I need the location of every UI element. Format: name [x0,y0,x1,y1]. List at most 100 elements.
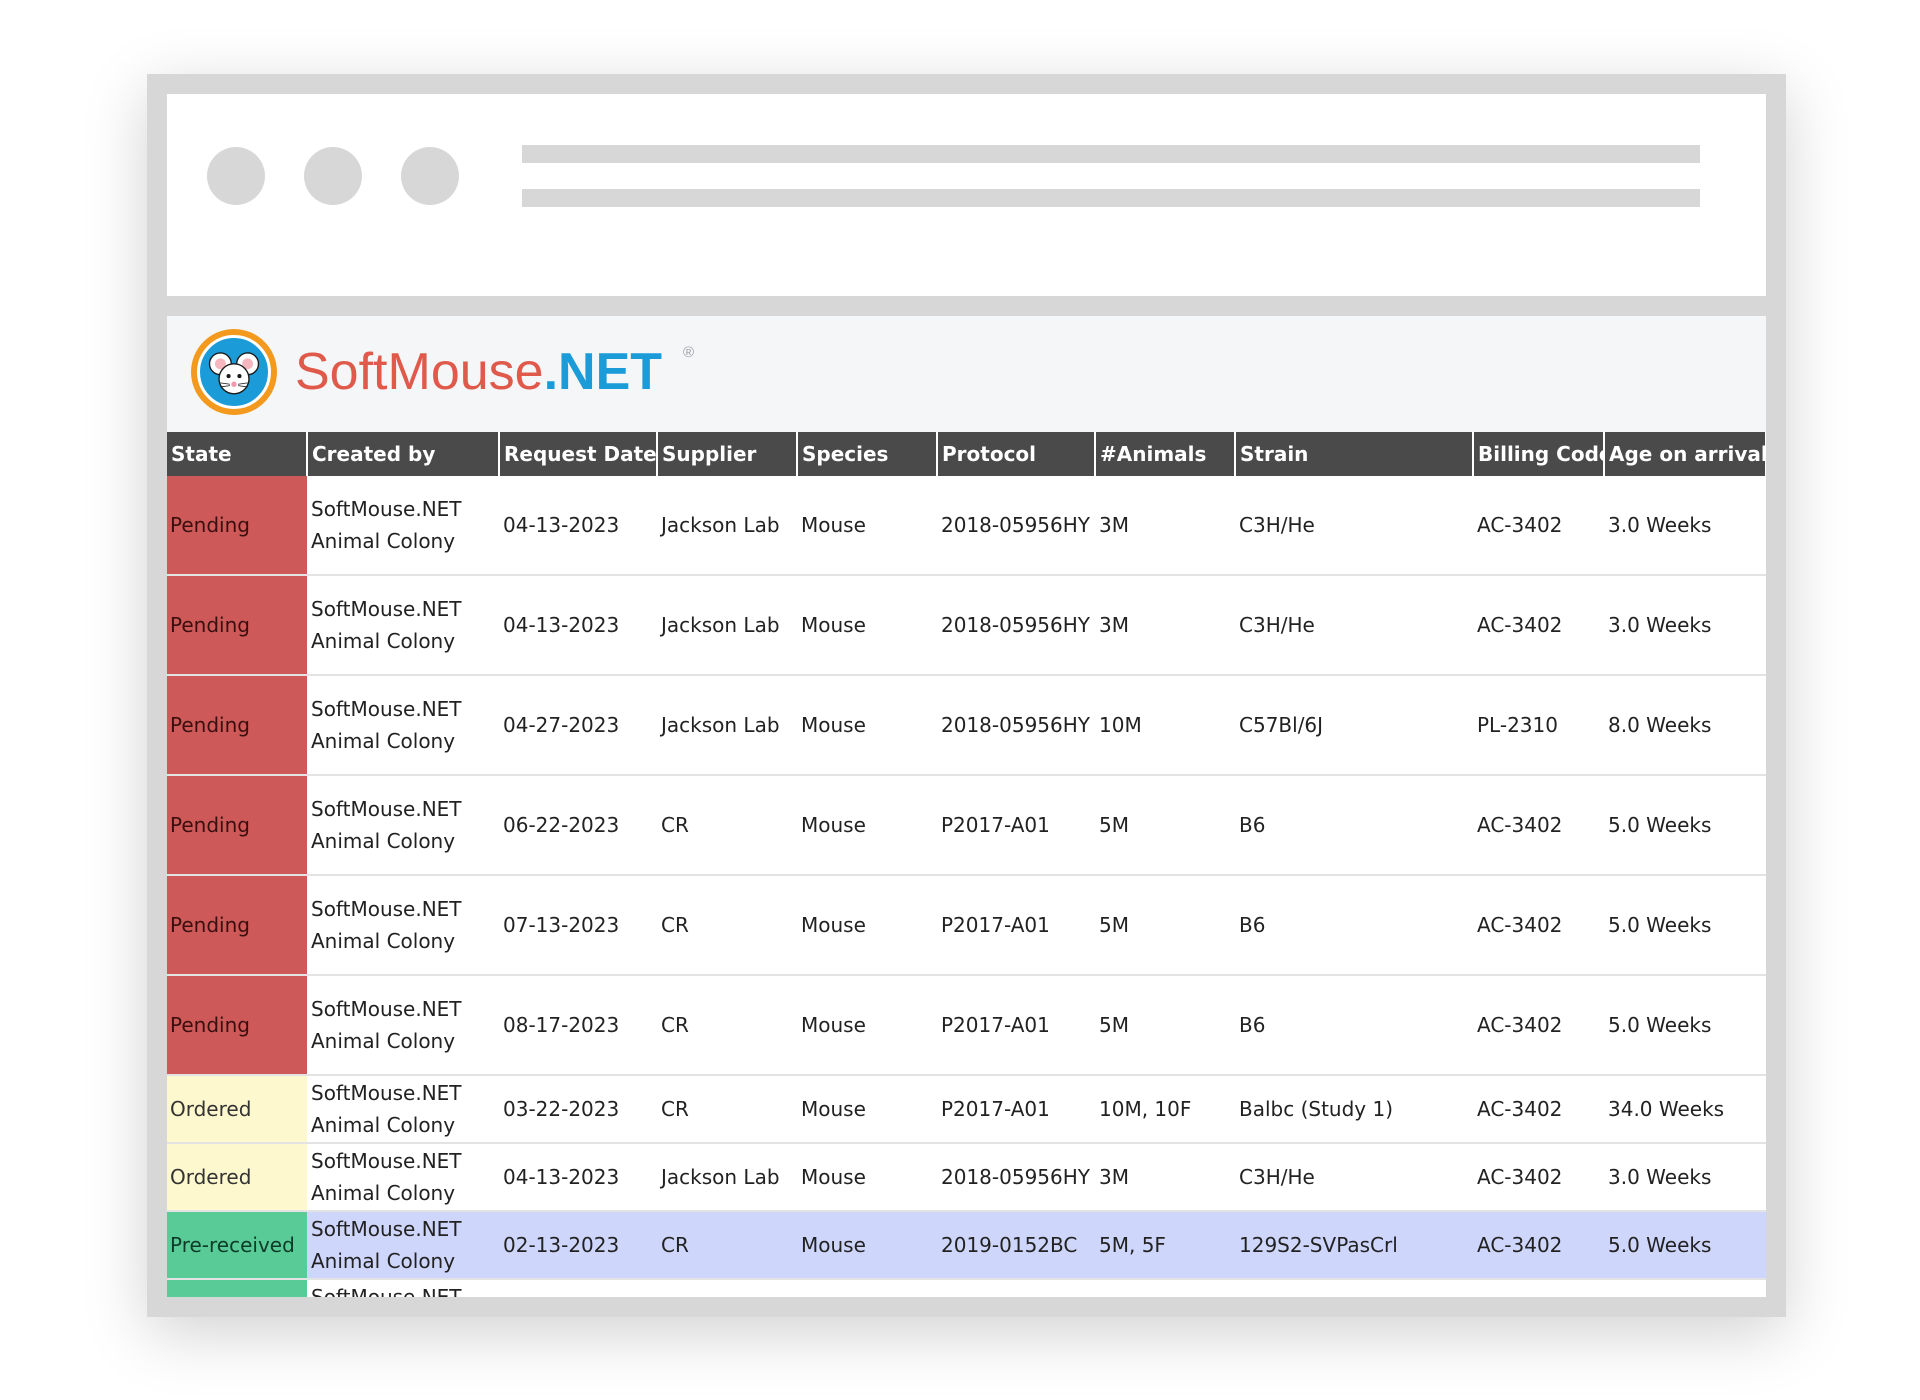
window-dot-minimize[interactable] [304,147,362,205]
strain-cell: B6 [1235,975,1473,1076]
billing-code-cell: AC-3402 [1473,1143,1604,1212]
strain-header[interactable]: Strain [1235,432,1474,476]
state-cell: Pending [167,775,307,876]
table-row[interactable]: Pre-receivedSoftMouse.NET Animal Colony0… [167,1279,1766,1297]
strain-cell: C57Bl/6J [1235,675,1473,776]
supplier-cell: Jackson Lab [657,675,797,776]
mouse-face-icon[interactable] [191,329,277,415]
animals-cell: 3M [1095,1143,1235,1212]
window-dot-close[interactable] [207,147,265,205]
age-on-arrival-cell: 34.0 Weeks [1604,1279,1766,1297]
billing-code-cell: AC-3402 [1473,1279,1604,1297]
species-cell: Mouse [797,975,937,1076]
protocol-header[interactable]: Protocol [937,432,1096,476]
species-cell: Mouse [797,575,937,676]
billing-code-header[interactable]: Billing Code [1473,432,1605,476]
created-by-cell: SoftMouse.NET Animal Colony [307,1211,499,1280]
state-cell: Pending [167,575,307,676]
species-cell: Mouse [797,1211,937,1280]
age-on-arrival-cell: 5.0 Weeks [1604,875,1766,976]
age-on-arrival-cell: 3.0 Weeks [1604,1143,1766,1212]
request-date-cell: 08-17-2023 [499,975,657,1076]
request-date-cell: 06-22-2023 [499,775,657,876]
created-by-cell: SoftMouse.NET Animal Colony [307,1279,499,1297]
strain-cell: C3H/He [1235,1143,1473,1212]
protocol-cell: P2017-A01 [937,975,1095,1076]
strain-cell: C3H/He [1235,476,1473,576]
species-cell: Mouse [797,775,937,876]
app-content: SoftMouse.NET ® State Created by Request D… [167,316,1766,1297]
created-by-cell: SoftMouse.NET Animal Colony [307,675,499,776]
animals-cell: 5M [1095,875,1235,976]
table-row[interactable]: Pre-receivedSoftMouse.NET Animal Colony0… [167,1211,1766,1280]
state-header[interactable]: State [167,432,308,476]
table-row[interactable]: Pending SoftMouse.NET Animal Colony 08-17-… [167,975,1766,1076]
supplier-cell: CR [657,1211,797,1280]
created-by-cell: SoftMouse.NET Animal Colony [307,575,499,676]
request-date-cell: 03-22-2023 [499,1075,657,1144]
request-date-cell: 04-13-2023 [499,476,657,576]
request-date-cell: 02-13-2023 [499,1211,657,1280]
state-cell: Pending [167,875,307,976]
state-cell: Ordered [167,1143,307,1212]
brand-logo-text[interactable]: SoftMouse.NET [295,342,662,402]
state-cell: Pending [167,675,307,776]
age-on-arrival-cell: 5.0 Weeks [1604,975,1766,1076]
table-row[interactable]: Pending SoftMouse.NET Animal Colony 04-27-… [167,675,1766,776]
age-on-arrival-cell: 3.0 Weeks [1604,575,1766,676]
billing-code-cell: AC-3402 [1473,476,1604,576]
species-cell: Mouse [797,1143,937,1212]
request-date-header[interactable]: Request Date [499,432,658,476]
created-by-cell: SoftMouse.NET Animal Colony [307,875,499,976]
strain-cell: 129S2-SVPasCrl [1235,1211,1473,1280]
table-row[interactable]: Ordered SoftMouse.NET Animal Colony 04-13-… [167,1143,1766,1212]
billing-code-cell: AC-3402 [1473,1075,1604,1144]
toolbar-placeholder [522,189,1700,207]
animals-cell: 10M, 10F [1095,1279,1235,1297]
supplier-header[interactable]: Supplier [657,432,798,476]
table-row[interactable]: Pending SoftMouse.NET Animal Colony 04-13-… [167,476,1766,576]
species-header[interactable]: Species [797,432,938,476]
protocol-cell: 2018-05956HY [937,476,1095,576]
protocol-cell: P2017-A01 [937,775,1095,876]
species-cell: Mouse [797,675,937,776]
protocol-cell: P2017-A01 [937,1075,1095,1144]
window-dot-maximize[interactable] [401,147,459,205]
protocol-cell: P2017-A01 [937,875,1095,976]
billing-code-cell: AC-3402 [1473,775,1604,876]
species-cell: Mouse [797,1075,937,1144]
strain-cell: Balbc (Study 1) [1235,1279,1473,1297]
table-row[interactable]: Ordered SoftMouse.NET Animal Colony 03-22-… [167,1075,1766,1144]
state-cell: Pre-received [167,1211,307,1280]
table-body: Pending SoftMouse.NET Animal Colony 04-13-… [167,476,1766,1297]
animals-cell: 10M [1095,675,1235,776]
table-row[interactable]: Pending SoftMouse.NET Animal Colony 04-13-… [167,575,1766,676]
supplier-cell: Jackson Lab [657,476,797,576]
request-date-cell: 04-27-2023 [499,675,657,776]
table-row[interactable]: Pending SoftMouse.NET Animal Colony 06-22-… [167,775,1766,876]
supplier-cell: Jackson Lab [657,1143,797,1212]
age-on-arrival-cell: 34.0 Weeks [1604,1075,1766,1144]
supplier-cell: CR [657,975,797,1076]
strain-cell: C3H/He [1235,575,1473,676]
supplier-cell: CR [657,1279,797,1297]
age-on-arrival-header[interactable]: Age on arrival [1604,432,1766,476]
created-by-cell: SoftMouse.NET Animal Colony [307,975,499,1076]
state-cell: Ordered [167,1075,307,1144]
billing-code-cell: AC-3402 [1473,575,1604,676]
created-by-cell: SoftMouse.NET Animal Colony [307,476,499,576]
table-row[interactable]: Pending SoftMouse.NET Animal Colony 07-13-… [167,875,1766,976]
request-date-cell: 07-13-2023 [499,875,657,976]
browser-window: SoftMouse.NET ® State Created by Request D… [147,74,1786,1317]
animals-header[interactable]: #Animals [1095,432,1236,476]
species-cell: Mouse [797,875,937,976]
supplier-cell: CR [657,775,797,876]
age-on-arrival-cell: 3.0 Weeks [1604,476,1766,576]
created-by-header[interactable]: Created by [307,432,500,476]
age-on-arrival-cell: 5.0 Weeks [1604,775,1766,876]
brand-name-part1: SoftMouse [295,343,544,401]
state-cell: Pre-received [167,1279,307,1297]
registered-mark: ® [683,344,695,361]
address-bar-placeholder [522,145,1700,163]
protocol-cell: 2018-05956HY [937,675,1095,776]
